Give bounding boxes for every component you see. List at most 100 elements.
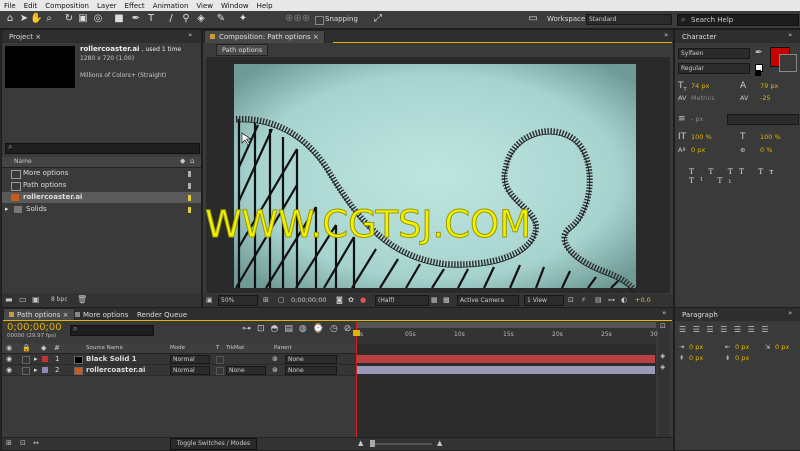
puppet-tool-icon[interactable]: ✦ bbox=[237, 13, 249, 25]
panel-menu-icon[interactable]: » bbox=[188, 31, 192, 39]
leading-value[interactable]: 79 px bbox=[760, 82, 778, 90]
tab-project[interactable]: Project × bbox=[4, 31, 46, 43]
flowchart-icon[interactable]: ⊶ bbox=[608, 296, 615, 304]
layer-name[interactable]: Black Solid 1 bbox=[86, 354, 137, 364]
layer-label-color[interactable] bbox=[42, 356, 48, 362]
home-icon[interactable]: ⌂ bbox=[4, 13, 16, 25]
project-item[interactable]: rollercoaster.ai bbox=[2, 192, 201, 203]
column-trkmat[interactable]: TrkMat bbox=[226, 345, 244, 351]
horizontal-scale-value[interactable]: 100 % bbox=[760, 133, 781, 141]
resolution-dropdown[interactable]: (Half) bbox=[375, 295, 429, 306]
playhead-handle-icon[interactable] bbox=[353, 330, 360, 336]
tab-character[interactable]: Character bbox=[677, 31, 722, 43]
pan-behind-tool-icon[interactable]: ◎ bbox=[92, 13, 104, 25]
stroke-color-swatch[interactable] bbox=[779, 54, 797, 72]
close-icon[interactable]: × bbox=[313, 33, 319, 41]
project-item[interactable]: More options bbox=[2, 168, 201, 179]
font-style-dropdown[interactable]: Regular bbox=[678, 63, 750, 74]
camera-dropdown[interactable]: Active Camera bbox=[457, 295, 519, 306]
comp-button-icon[interactable]: ⊡ bbox=[660, 322, 666, 330]
mask-visibility-icon[interactable]: ▢ bbox=[278, 296, 285, 304]
space-after-value[interactable]: 0 px bbox=[735, 354, 749, 362]
current-time-indicator[interactable] bbox=[356, 322, 357, 437]
channel-icon[interactable]: ● bbox=[360, 296, 366, 304]
exposure-icon[interactable]: ◐ bbox=[621, 296, 627, 304]
lock-toggle[interactable] bbox=[22, 356, 30, 364]
workspace-dropdown[interactable]: Standard bbox=[586, 14, 672, 25]
selection-tool-icon[interactable]: ➤ bbox=[18, 13, 30, 25]
trash-icon[interactable]: 🗑 bbox=[77, 295, 87, 304]
project-item[interactable]: ▸ Solids bbox=[2, 204, 201, 215]
first-line-value[interactable]: 0 px bbox=[775, 343, 789, 351]
layer-row[interactable]: ◉ ▸ 1 Black Solid 1 Normal ⊚ None bbox=[2, 354, 356, 365]
layer-name[interactable]: rollercoaster.ai bbox=[86, 365, 145, 375]
close-icon[interactable]: × bbox=[63, 311, 69, 319]
rotate-tool-icon[interactable]: ↻ bbox=[63, 13, 75, 25]
expand-layer-switches-icon[interactable]: ⊞ bbox=[6, 439, 12, 447]
column-source-name[interactable]: Source Name bbox=[86, 345, 123, 351]
safe-zones-icon[interactable]: ⊞ bbox=[263, 296, 269, 304]
pen-tool-icon[interactable]: ✒ bbox=[130, 13, 142, 25]
kerning-value[interactable]: Metrics bbox=[691, 94, 715, 102]
roto-brush-tool-icon[interactable]: ✎ bbox=[215, 13, 227, 25]
roi-icon[interactable]: ▦ bbox=[431, 296, 438, 304]
menu-item-window[interactable]: Window bbox=[217, 2, 253, 10]
snapshot-icon[interactable]: ◙ bbox=[336, 296, 343, 304]
column-t[interactable]: T bbox=[216, 345, 219, 351]
preserve-transparency-toggle[interactable] bbox=[216, 367, 224, 375]
zoom-in-icon[interactable]: ▲ bbox=[437, 439, 442, 447]
indent-right-value[interactable]: 0 px bbox=[735, 343, 749, 351]
panel-menu-icon[interactable]: » bbox=[662, 309, 666, 317]
panel-menu-icon[interactable]: » bbox=[788, 31, 792, 39]
lock-toggle[interactable] bbox=[22, 367, 30, 375]
transparency-grid-icon[interactable]: ▩ bbox=[443, 296, 450, 304]
pixel-aspect-icon[interactable]: ⊡ bbox=[568, 296, 574, 304]
timeline-search-input[interactable]: ⌕ bbox=[70, 324, 154, 336]
menu-item-file[interactable]: File bbox=[0, 2, 20, 10]
eraser-tool-icon[interactable]: ◈ bbox=[195, 13, 207, 25]
fast-previews-icon[interactable]: ⚡ bbox=[581, 296, 586, 304]
project-item[interactable]: Path options bbox=[2, 180, 201, 191]
view-layout-dropdown[interactable]: 1 View bbox=[524, 295, 564, 306]
menu-item-help[interactable]: Help bbox=[253, 2, 277, 10]
baseline-shift-value[interactable]: 0 px bbox=[691, 146, 705, 154]
eyedropper-icon[interactable]: ✒ bbox=[755, 48, 763, 58]
menu-item-view[interactable]: View bbox=[192, 2, 217, 10]
always-preview-icon[interactable]: ▣ bbox=[206, 296, 213, 304]
menu-item-animation[interactable]: Animation bbox=[149, 2, 193, 10]
expand-modes-icon[interactable]: ⊡ bbox=[20, 439, 26, 447]
layer-mode-dropdown[interactable]: Normal bbox=[170, 355, 210, 364]
layer-duration-bar[interactable] bbox=[357, 366, 655, 374]
menu-item-composition[interactable]: Composition bbox=[41, 2, 93, 10]
expand-arrow-icon[interactable]: ▸ bbox=[34, 365, 38, 375]
align-buttons[interactable]: ☰ ☰ ☰ ☰ ☰ ☰ ☰ bbox=[679, 325, 770, 334]
zoom-slider-thumb[interactable] bbox=[370, 440, 375, 447]
layer-row[interactable]: ◉ ▸ 2 rollercoaster.ai Normal None ⊚ None bbox=[2, 365, 356, 376]
search-help-field[interactable]: ⌕ Search Help bbox=[677, 14, 799, 26]
layer-trkmat-dropdown[interactable]: None bbox=[226, 366, 266, 375]
expand-arrow-icon[interactable]: ▸ bbox=[34, 354, 38, 364]
layer-mode-dropdown[interactable]: Normal bbox=[170, 366, 210, 375]
column-parent[interactable]: Parent bbox=[274, 345, 292, 351]
comp-marker-icon[interactable]: ◈ bbox=[660, 363, 665, 371]
eye-icon[interactable]: ◉ bbox=[6, 365, 12, 375]
camera-tool-icon[interactable]: ▣ bbox=[77, 13, 89, 25]
font-size-value[interactable]: 74 px bbox=[691, 82, 709, 90]
panel-menu-icon[interactable]: » bbox=[788, 309, 792, 317]
new-comp-icon[interactable]: ▣ bbox=[32, 295, 40, 304]
brush-tool-icon[interactable]: / bbox=[165, 13, 177, 25]
layer-parent-dropdown[interactable]: None bbox=[285, 366, 337, 375]
comp-flowchart-tab[interactable]: Path options bbox=[216, 44, 269, 56]
project-search-input[interactable]: ⌕ bbox=[5, 142, 200, 154]
zoom-tool-icon[interactable]: ⌕ bbox=[43, 13, 55, 25]
comp-canvas[interactable] bbox=[206, 57, 670, 293]
label-column-icon[interactable]: ◆ bbox=[180, 157, 185, 165]
layer-label-color[interactable] bbox=[42, 367, 48, 373]
menu-item-effect[interactable]: Effect bbox=[121, 2, 149, 10]
label-color-swatch[interactable] bbox=[188, 171, 191, 177]
tsume-value[interactable]: 0 % bbox=[760, 146, 772, 154]
label-color-swatch[interactable] bbox=[188, 183, 191, 189]
bpc-label[interactable]: 8 bpc bbox=[51, 296, 68, 303]
folder-icon[interactable]: ▬ bbox=[5, 295, 13, 304]
timeline-icon[interactable]: ▤ bbox=[595, 296, 602, 304]
